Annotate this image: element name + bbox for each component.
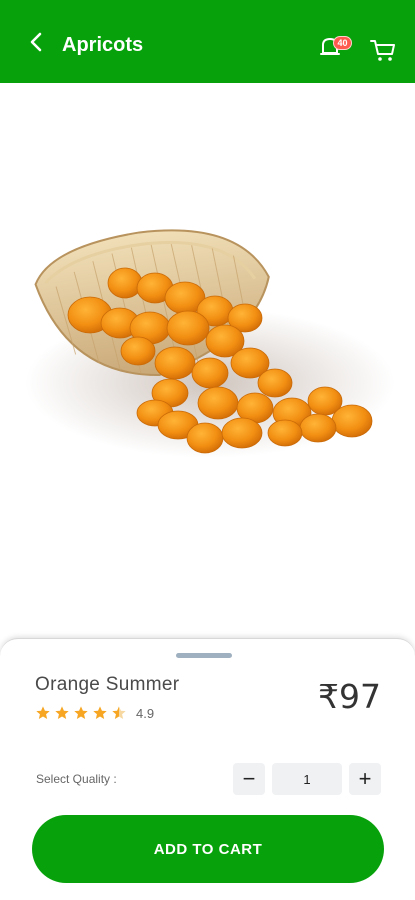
quantity-decrease-button[interactable]: − bbox=[233, 763, 265, 795]
product-price: ₹97 bbox=[318, 677, 381, 716]
product-details-sheet: Orange Summer 4.9 ₹97 Select Quality : −… bbox=[0, 638, 415, 900]
star-icon bbox=[93, 706, 107, 719]
page-title: Apricots bbox=[62, 34, 144, 56]
app-bar: Apricots 40 bbox=[0, 0, 415, 83]
star-icon bbox=[36, 706, 50, 719]
rating-value: 4.9 bbox=[136, 705, 155, 721]
quantity-increase-button[interactable]: + bbox=[349, 763, 381, 795]
star-icon bbox=[74, 706, 88, 719]
star-icon bbox=[55, 706, 69, 719]
notification-badge: 40 bbox=[333, 36, 352, 50]
cart-icon bbox=[370, 40, 395, 61]
quantity-value[interactable]: 1 bbox=[272, 763, 342, 795]
product-name: Orange Summer bbox=[35, 674, 180, 695]
cart-button[interactable] bbox=[369, 36, 397, 64]
rating-stars: 4.9 bbox=[35, 705, 154, 721]
quantity-label: Select Quality : bbox=[36, 772, 117, 786]
add-to-cart-button[interactable]: ADD TO CART bbox=[32, 815, 384, 883]
product-image bbox=[0, 83, 415, 643]
drag-handle[interactable] bbox=[176, 653, 232, 658]
back-button[interactable] bbox=[22, 28, 50, 56]
back-arrow-icon bbox=[30, 32, 42, 52]
star-half-icon bbox=[112, 706, 126, 719]
